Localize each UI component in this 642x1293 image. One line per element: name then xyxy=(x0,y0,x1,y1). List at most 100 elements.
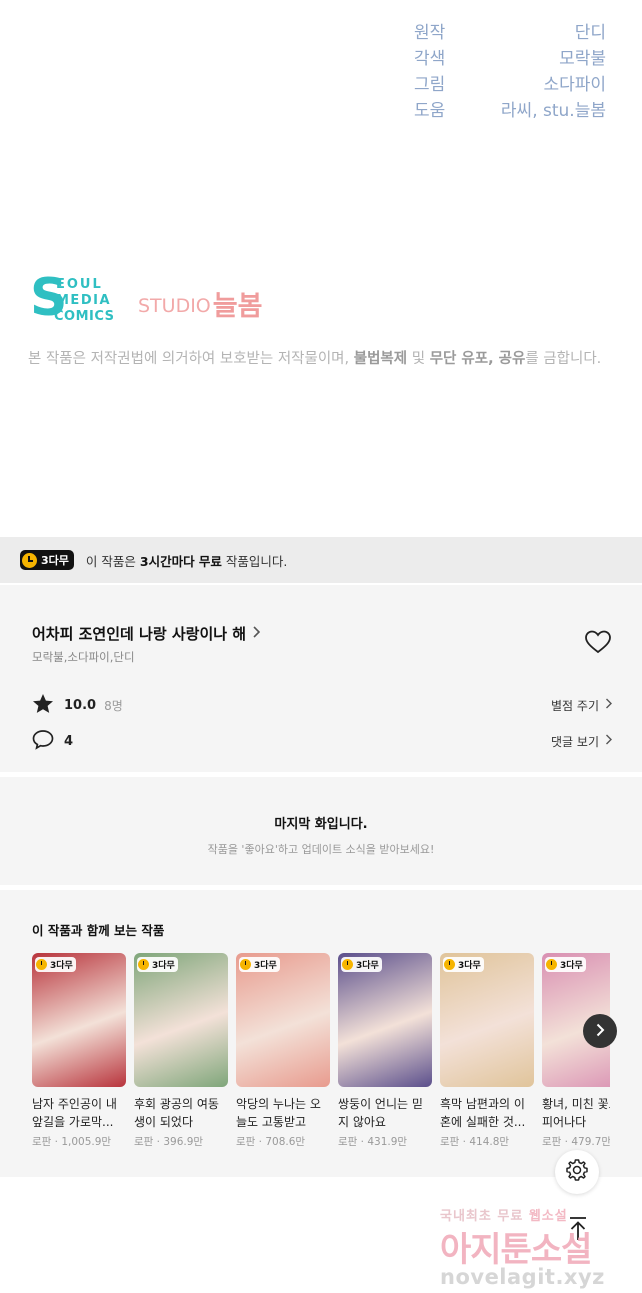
clock-icon xyxy=(22,552,37,568)
badge-label: 3다무 xyxy=(50,961,73,971)
studio-neulbom-logo: STUDIO늘봄 xyxy=(138,284,262,323)
credit-row: 도움 라씨, stu.늘봄 xyxy=(414,98,606,124)
badge-label: 3다무 xyxy=(560,961,583,971)
clock-icon xyxy=(546,959,557,970)
chevron-right-icon xyxy=(605,734,612,748)
free-badge: 3다무 xyxy=(35,957,76,972)
notice-text-part: 이 작품은 xyxy=(85,553,136,569)
watermark-url: novelagit.xyz xyxy=(440,1265,605,1289)
rate-label: 별점 주기 xyxy=(551,698,599,713)
comment-row: 4 댓글 보기 xyxy=(32,729,612,753)
free-badge: 3다무 xyxy=(545,957,586,972)
copyright-notice: 본 작품은 저작권법에 의거하여 보호받는 저작물이며, 불법복제 및 무단 유… xyxy=(28,347,601,368)
carousel-next-button[interactable] xyxy=(583,1014,617,1048)
recommendation-meta: 로판 · 414.8만 xyxy=(440,1136,510,1148)
cover-thumbnail: 3다무 xyxy=(236,953,330,1087)
recommendation-meta: 로판 · 431.9만 xyxy=(338,1136,408,1148)
gear-icon xyxy=(565,1158,589,1186)
badge-label: 3다무 xyxy=(152,961,175,971)
notice-text-emphasis: 3시간마다 무료 xyxy=(139,553,222,569)
credit-name: 단디 xyxy=(574,23,606,43)
recommendation-card[interactable]: 3다무 쌍둥이 언니는 믿지 않아요 로판 · 431.9만 xyxy=(338,953,432,1149)
copyright-text: 본 작품은 저작권법에 의거하여 보호받는 저작물이며, xyxy=(28,351,350,367)
free-badge: 3다무 xyxy=(20,550,74,570)
badge-label: 3다무 xyxy=(356,961,379,971)
chevron-right-icon xyxy=(252,625,261,642)
rate-button[interactable]: 별점 주기 xyxy=(551,697,612,714)
credit-name: 라씨, stu.늘봄 xyxy=(500,101,606,121)
chevron-right-icon xyxy=(605,698,612,712)
watermark-text: 국내최초 무료 웹소설 xyxy=(440,1205,630,1224)
badge-label: 3다무 xyxy=(254,961,277,971)
copyright-text: 를 금합니다. xyxy=(525,351,602,367)
comment-icon xyxy=(32,729,54,754)
last-episode-title: 마지막 화입니다. xyxy=(274,817,368,832)
work-authors: 모락불,소다파이,단디 xyxy=(32,650,135,664)
credits: 원작 단디 각색 모락불 그림 소다파이 도움 라씨, stu.늘봄 xyxy=(414,20,606,124)
badge-label: 3다무 xyxy=(458,961,481,971)
view-comments-button[interactable]: 댓글 보기 xyxy=(551,733,612,750)
logo-text: EOUL xyxy=(56,277,103,292)
scroll-to-top-button[interactable] xyxy=(560,1213,596,1249)
watermark-text-part: 국내최초 무료 xyxy=(440,1209,524,1224)
recommendation-name: 황녀, 미친 꽃으로 피어나다 xyxy=(542,1097,610,1129)
recommendation-card[interactable]: 3다무 남자 주인공이 내 앞길을 가로막... 로판 · 1,005.9만 xyxy=(32,953,126,1149)
copyright-text: 및 xyxy=(411,351,426,367)
credit-row: 그림 소다파이 xyxy=(414,72,606,98)
rating-value: 10.0 xyxy=(64,697,97,713)
recommendation-name: 남자 주인공이 내 앞길을 가로막... xyxy=(32,1097,117,1129)
free-badge: 3다무 xyxy=(341,957,382,972)
cover-thumbnail: 3다무 xyxy=(440,953,534,1087)
logo-text: 늘봄 xyxy=(212,291,263,322)
cover-thumbnail: 3다무 xyxy=(338,953,432,1087)
credit-row: 원작 단디 xyxy=(414,20,606,46)
recommendation-card[interactable]: 3다무 악당의 누나는 오늘도 고통받고 로판 · 708.6만 xyxy=(236,953,330,1149)
badge-label: 3다무 xyxy=(41,554,69,567)
logo-text: STUDIO xyxy=(138,295,211,317)
last-episode-panel: 마지막 화입니다. 작품을 '좋아요'하고 업데이트 소식을 받아보세요! xyxy=(0,777,642,885)
free-badge: 3다무 xyxy=(137,957,178,972)
free-badge: 3다무 xyxy=(443,957,484,972)
chevron-right-icon xyxy=(595,1022,605,1041)
cover-thumbnail: 3다무 xyxy=(32,953,126,1087)
copyright-emphasis: 불법복제 xyxy=(353,351,408,367)
recommendations-title: 이 작품과 함께 보는 작품 xyxy=(32,923,165,938)
credit-role: 도움 xyxy=(414,101,446,121)
work-title-link[interactable]: 어차피 조연인데 나랑 사랑이나 해 xyxy=(32,623,261,644)
rating-row: 10.0 8명 별점 주기 xyxy=(32,693,612,717)
credit-role: 원작 xyxy=(414,23,446,43)
copyright-emphasis: 무단 유포, 공유 xyxy=(429,351,526,367)
recommendation-name: 흑막 남편과의 이혼에 실패한 것... xyxy=(440,1097,526,1129)
credit-role: 각색 xyxy=(414,49,446,69)
last-episode-subtitle: 작품을 '좋아요'하고 업데이트 소식을 받아보세요! xyxy=(207,843,435,856)
recommendation-meta: 로판 · 479.7만 xyxy=(542,1136,610,1148)
credit-name: 소다파이 xyxy=(543,75,606,95)
free-badge: 3다무 xyxy=(239,957,280,972)
notice-text: 이 작품은 3시간마다 무료 작품입니다. xyxy=(86,551,288,570)
arrow-up-icon xyxy=(567,1216,589,1246)
settings-button[interactable] xyxy=(555,1150,599,1194)
watermark-brand: 아지툰소설 xyxy=(440,1230,592,1270)
recommendation-meta: 로판 · 708.6만 xyxy=(236,1136,306,1148)
recommendations-panel: 이 작품과 함께 보는 작품 3다무 남자 주인공이 내 앞길을 가로막... … xyxy=(0,890,642,1177)
comment-count: 4 xyxy=(64,733,74,749)
recommendation-name: 쌍둥이 언니는 믿지 않아요 xyxy=(338,1097,423,1129)
clock-icon xyxy=(240,959,251,970)
seoul-media-comics-logo: S EOUL MEDIA COMICS xyxy=(30,270,130,326)
heart-icon[interactable] xyxy=(584,629,612,655)
logo-text: MEDIA xyxy=(56,293,112,308)
recommendation-card[interactable]: 3다무 흑막 남편과의 이혼에 실패한 것... 로판 · 414.8만 xyxy=(440,953,534,1149)
recommendation-name: 악당의 누나는 오늘도 고통받고 xyxy=(236,1097,321,1129)
clock-icon xyxy=(444,959,455,970)
clock-icon xyxy=(138,959,149,970)
notice-text-part: 작품입니다. xyxy=(225,553,288,569)
credit-row: 각색 모락불 xyxy=(414,46,606,72)
logo-text: COMICS xyxy=(54,309,115,324)
cover-thumbnail: 3다무 xyxy=(134,953,228,1087)
work-info-panel: 어차피 조연인데 나랑 사랑이나 해 모락불,소다파이,단디 10.0 8명 별… xyxy=(0,585,642,772)
credit-role: 그림 xyxy=(414,75,446,95)
recommendation-card[interactable]: 3다무 황녀, 미친 꽃으로 피어나다 로판 · 479.7만 xyxy=(542,953,610,1149)
rating-count: 8명 xyxy=(104,698,123,713)
recommendation-card[interactable]: 3다무 후회 광공의 여동생이 되었다 로판 · 396.9만 xyxy=(134,953,228,1149)
recommendation-name: 후회 광공의 여동생이 되었다 xyxy=(134,1097,219,1129)
